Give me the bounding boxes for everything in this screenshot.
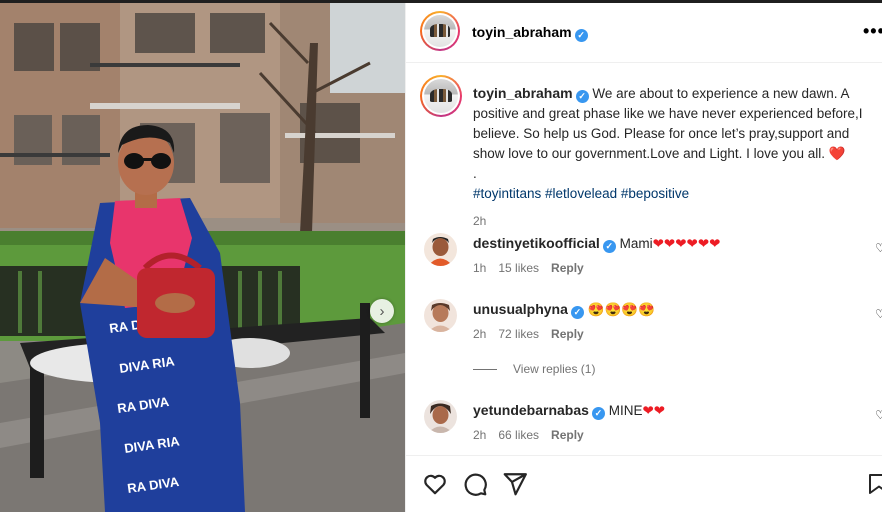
heart-emoji: ❤️ <box>828 146 846 161</box>
comment-meta: 1h 15 likes Reply <box>473 261 596 275</box>
reply-button[interactable]: Reply <box>551 428 584 442</box>
comment-item: unusualphyna ✓ 😍😍😍😍 2h 72 likes Reply ♡ <box>424 299 882 349</box>
comment-username[interactable]: yetundebarnabas <box>473 402 589 418</box>
instagram-post-window: RA DIVA DIVA RIA RA DIVA DIVA RIA RA DIV… <box>0 0 882 512</box>
comment-like-heart-icon[interactable]: ♡ <box>875 307 882 321</box>
comment-likes[interactable]: 66 likes <box>498 428 539 442</box>
comment-item: destinyetikoofficial ✓ Mami❤❤❤❤❤❤ 1h 15 li… <box>424 233 882 283</box>
comment-likes[interactable]: 15 likes <box>498 261 539 275</box>
author-name-row: toyin_abraham ✓ <box>472 24 588 42</box>
verified-badge-icon: ✓ <box>574 29 588 42</box>
comment-avatar[interactable] <box>424 400 457 433</box>
comment-emoji: 😍😍😍😍 <box>587 302 655 317</box>
verified-badge-icon: ✓ <box>575 90 589 103</box>
comment-avatar[interactable] <box>424 299 457 332</box>
verified-badge-icon: ✓ <box>591 407 605 420</box>
paper-plane-icon[interactable] <box>502 471 528 497</box>
reply-button[interactable]: Reply <box>551 327 584 341</box>
more-options-icon[interactable]: ••• <box>863 21 882 42</box>
comment-likes[interactable]: 72 likes <box>498 327 539 341</box>
caption-username[interactable]: toyin_abraham <box>473 85 573 101</box>
comment-body: unusualphyna ✓ 😍😍😍😍 <box>473 301 655 319</box>
comment-text: MINE <box>608 403 643 418</box>
next-photo-button[interactable]: › <box>370 299 394 323</box>
comment-username[interactable]: destinyetikoofficial <box>473 235 600 251</box>
bookmark-icon[interactable] <box>866 471 882 497</box>
chevron-right-icon: › <box>379 302 385 320</box>
view-replies-label: View replies (1) <box>513 362 596 376</box>
comment-meta: 2h 72 likes Reply <box>473 327 596 341</box>
comment-like-heart-icon[interactable]: ♡ <box>875 241 882 255</box>
post-action-bar <box>406 455 882 512</box>
caption-dot: . <box>473 166 477 181</box>
comment-avatar[interactable] <box>424 233 457 266</box>
reply-button[interactable]: Reply <box>551 261 584 275</box>
comment-bubble-icon[interactable] <box>462 471 488 497</box>
divider-line <box>473 368 497 370</box>
comment-username[interactable]: unusualphyna <box>473 301 568 317</box>
comment-body: yetundebarnabas ✓ MINE❤❤ <box>473 402 665 420</box>
caption-hashtags[interactable]: #toyintitans #letlovelead #bepositive <box>473 184 873 204</box>
author-username[interactable]: toyin_abraham <box>472 24 572 40</box>
verified-badge-icon: ✓ <box>570 306 584 319</box>
comment-like-heart-icon[interactable]: ♡ <box>875 408 882 422</box>
comment-time: 2h <box>473 327 487 341</box>
comment-item: yetundebarnabas ✓ MINE❤❤ 2h 66 likes Reply … <box>424 400 882 450</box>
comment-time: 2h <box>473 428 487 442</box>
verified-badge-icon: ✓ <box>602 240 616 253</box>
comment-time: 1h <box>473 261 487 275</box>
view-replies-button[interactable]: View replies (1) <box>473 362 595 376</box>
comment-meta: 2h 66 likes Reply <box>473 428 596 442</box>
caption-text-block: toyin_abraham ✓ We are about to experienc… <box>473 83 873 231</box>
comment-emoji: ❤❤❤❤❤❤ <box>652 236 721 251</box>
comment-body: destinyetikoofficial ✓ Mami❤❤❤❤❤❤ <box>473 235 720 253</box>
comment-emoji: ❤❤ <box>642 403 666 418</box>
post-details-panel: toyin_abraham✓ ••• toyin_abraham✓ We are… <box>405 3 882 512</box>
caption-avatar[interactable] <box>420 75 462 117</box>
post-photo[interactable]: RA DIVA DIVA RIA RA DIVA DIVA RIA RA DIV… <box>0 3 405 512</box>
author-avatar[interactable] <box>420 11 460 51</box>
post-header: toyin_abraham✓ ••• <box>406 3 882 63</box>
caption-time: 2h <box>473 214 487 228</box>
comment-text: Mami <box>619 236 653 251</box>
post-photo-illustration: RA DIVA DIVA RIA RA DIVA DIVA RIA RA DIV… <box>0 3 405 512</box>
heart-outline-icon[interactable] <box>422 471 448 497</box>
